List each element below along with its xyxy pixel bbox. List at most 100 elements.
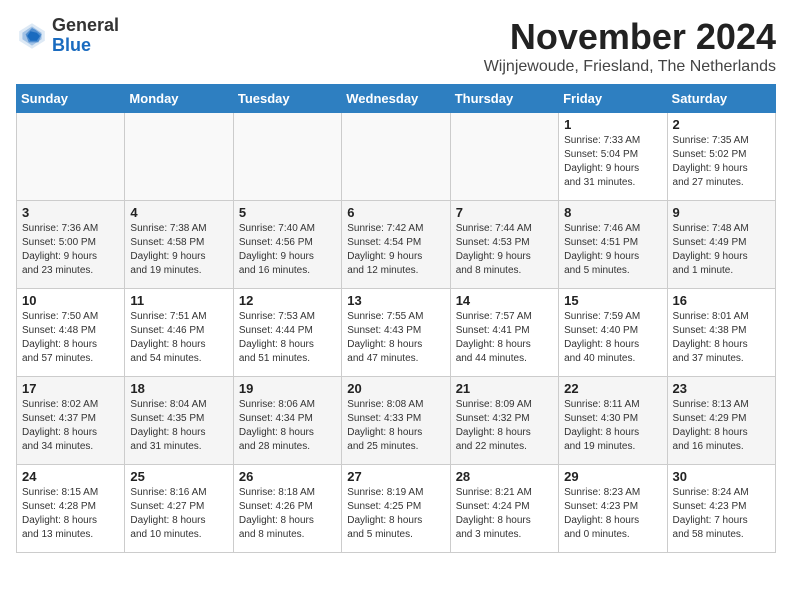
- calendar-cell: 10Sunrise: 7:50 AM Sunset: 4:48 PM Dayli…: [17, 289, 125, 377]
- day-number: 26: [239, 469, 336, 484]
- day-info: Sunrise: 8:06 AM Sunset: 4:34 PM Dayligh…: [239, 398, 336, 454]
- day-number: 24: [22, 469, 119, 484]
- calendar-body: 1Sunrise: 7:33 AM Sunset: 5:04 PM Daylig…: [17, 113, 776, 553]
- calendar-cell: 13 Sunrise: 7:55 AM Sunset: 4:43 PM Dayli…: [342, 289, 450, 377]
- calendar-table: SundayMondayTuesdayWednesdayThursdayFrid…: [16, 84, 776, 553]
- day-number: 15: [564, 293, 661, 308]
- calendar-cell: 9Sunrise: 7:48 AM Sunset: 4:49 PM Daylig…: [667, 201, 775, 289]
- day-number: 3: [22, 205, 119, 220]
- day-info: Sunrise: 7:42 AM Sunset: 4:54 PM Dayligh…: [347, 222, 444, 278]
- day-info: Sunrise: 7:57 AM Sunset: 4:41 PM Dayligh…: [456, 310, 553, 366]
- calendar-cell: [450, 113, 558, 201]
- calendar-cell: 22Sunrise: 8:11 AM Sunset: 4:30 PM Dayli…: [559, 377, 667, 465]
- weekday-header-monday: Monday: [125, 85, 233, 113]
- day-number: 14: [456, 293, 553, 308]
- day-number: 30: [673, 469, 770, 484]
- day-number: 6: [347, 205, 444, 220]
- day-number: 27: [347, 469, 444, 484]
- calendar-cell: 27 Sunrise: 8:19 AM Sunset: 4:25 PM Dayli…: [342, 465, 450, 553]
- calendar-cell: 24 Sunrise: 8:15 AM Sunset: 4:28 PM Dayli…: [17, 465, 125, 553]
- logo-icon: [16, 20, 48, 52]
- day-info: Sunrise: 8:01 AM Sunset: 4:38 PM Dayligh…: [673, 310, 770, 366]
- calendar-cell: 5 Sunrise: 7:40 AM Sunset: 4:56 PM Daylig…: [233, 201, 341, 289]
- day-info: Sunrise: 7:36 AM Sunset: 5:00 PM Dayligh…: [22, 222, 119, 278]
- calendar-cell: [342, 113, 450, 201]
- weekday-header-tuesday: Tuesday: [233, 85, 341, 113]
- calendar-cell: 25Sunrise: 8:16 AM Sunset: 4:27 PM Dayli…: [125, 465, 233, 553]
- day-number: 13: [347, 293, 444, 308]
- weekday-header-wednesday: Wednesday: [342, 85, 450, 113]
- day-number: 29: [564, 469, 661, 484]
- day-info: Sunrise: 7:59 AM Sunset: 4:40 PM Dayligh…: [564, 310, 661, 366]
- calendar-cell: 4Sunrise: 7:38 AM Sunset: 4:58 PM Daylig…: [125, 201, 233, 289]
- day-info: Sunrise: 8:24 AM Sunset: 4:23 PM Dayligh…: [673, 486, 770, 542]
- day-number: 8: [564, 205, 661, 220]
- day-info: Sunrise: 7:38 AM Sunset: 4:58 PM Dayligh…: [130, 222, 227, 278]
- calendar-cell: 17Sunrise: 8:02 AM Sunset: 4:37 PM Dayli…: [17, 377, 125, 465]
- day-number: 23: [673, 381, 770, 396]
- day-info: Sunrise: 8:02 AM Sunset: 4:37 PM Dayligh…: [22, 398, 119, 454]
- calendar-cell: 26Sunrise: 8:18 AM Sunset: 4:26 PM Dayli…: [233, 465, 341, 553]
- calendar-cell: 15 Sunrise: 7:59 AM Sunset: 4:40 PM Dayli…: [559, 289, 667, 377]
- calendar-week-row: 24 Sunrise: 8:15 AM Sunset: 4:28 PM Dayli…: [17, 465, 776, 553]
- day-info: Sunrise: 7:48 AM Sunset: 4:49 PM Dayligh…: [673, 222, 770, 278]
- logo-text: General Blue: [52, 16, 119, 56]
- calendar-cell: 1Sunrise: 7:33 AM Sunset: 5:04 PM Daylig…: [559, 113, 667, 201]
- day-number: 12: [239, 293, 336, 308]
- calendar-cell: 11 Sunrise: 7:51 AM Sunset: 4:46 PM Dayli…: [125, 289, 233, 377]
- day-info: Sunrise: 7:33 AM Sunset: 5:04 PM Dayligh…: [564, 134, 661, 190]
- day-info: Sunrise: 7:44 AM Sunset: 4:53 PM Dayligh…: [456, 222, 553, 278]
- day-info: Sunrise: 8:08 AM Sunset: 4:33 PM Dayligh…: [347, 398, 444, 454]
- calendar-cell: 18Sunrise: 8:04 AM Sunset: 4:35 PM Dayli…: [125, 377, 233, 465]
- day-info: Sunrise: 7:35 AM Sunset: 5:02 PM Dayligh…: [673, 134, 770, 190]
- calendar-cell: 2 Sunrise: 7:35 AM Sunset: 5:02 PM Daylig…: [667, 113, 775, 201]
- day-number: 5: [239, 205, 336, 220]
- day-info: Sunrise: 7:40 AM Sunset: 4:56 PM Dayligh…: [239, 222, 336, 278]
- day-info: Sunrise: 8:23 AM Sunset: 4:23 PM Dayligh…: [564, 486, 661, 542]
- calendar-cell: 29 Sunrise: 8:23 AM Sunset: 4:23 PM Dayli…: [559, 465, 667, 553]
- header: General Blue November 2024 Wijnjewoude, …: [16, 16, 776, 76]
- calendar-cell: 14 Sunrise: 7:57 AM Sunset: 4:41 PM Dayli…: [450, 289, 558, 377]
- location: Wijnjewoude, Friesland, The Netherlands: [484, 58, 776, 76]
- calendar-cell: 6 Sunrise: 7:42 AM Sunset: 4:54 PM Daylig…: [342, 201, 450, 289]
- month-title: November 2024: [484, 16, 776, 58]
- day-info: Sunrise: 8:19 AM Sunset: 4:25 PM Dayligh…: [347, 486, 444, 542]
- calendar-cell: 30 Sunrise: 8:24 AM Sunset: 4:23 PM Dayli…: [667, 465, 775, 553]
- day-info: Sunrise: 8:04 AM Sunset: 4:35 PM Dayligh…: [130, 398, 227, 454]
- calendar-cell: 19 Sunrise: 8:06 AM Sunset: 4:34 PM Dayli…: [233, 377, 341, 465]
- day-info: Sunrise: 7:51 AM Sunset: 4:46 PM Dayligh…: [130, 310, 227, 366]
- calendar-cell: 28 Sunrise: 8:21 AM Sunset: 4:24 PM Dayli…: [450, 465, 558, 553]
- day-info: Sunrise: 7:46 AM Sunset: 4:51 PM Dayligh…: [564, 222, 661, 278]
- weekday-header-row: SundayMondayTuesdayWednesdayThursdayFrid…: [17, 85, 776, 113]
- calendar-cell: [233, 113, 341, 201]
- day-number: 7: [456, 205, 553, 220]
- day-info: Sunrise: 8:15 AM Sunset: 4:28 PM Dayligh…: [22, 486, 119, 542]
- day-info: Sunrise: 8:13 AM Sunset: 4:29 PM Dayligh…: [673, 398, 770, 454]
- calendar-cell: 12 Sunrise: 7:53 AM Sunset: 4:44 PM Dayli…: [233, 289, 341, 377]
- day-number: 20: [347, 381, 444, 396]
- day-number: 2: [673, 117, 770, 132]
- calendar-header: SundayMondayTuesdayWednesdayThursdayFrid…: [17, 85, 776, 113]
- weekday-header-saturday: Saturday: [667, 85, 775, 113]
- day-number: 28: [456, 469, 553, 484]
- calendar-week-row: 1Sunrise: 7:33 AM Sunset: 5:04 PM Daylig…: [17, 113, 776, 201]
- title-area: November 2024 Wijnjewoude, Friesland, Th…: [484, 16, 776, 76]
- calendar-cell: 23 Sunrise: 8:13 AM Sunset: 4:29 PM Dayli…: [667, 377, 775, 465]
- day-info: Sunrise: 8:21 AM Sunset: 4:24 PM Dayligh…: [456, 486, 553, 542]
- day-number: 16: [673, 293, 770, 308]
- calendar-cell: 8 Sunrise: 7:46 AM Sunset: 4:51 PM Daylig…: [559, 201, 667, 289]
- logo: General Blue: [16, 16, 119, 56]
- calendar-cell: [125, 113, 233, 201]
- calendar-cell: 21Sunrise: 8:09 AM Sunset: 4:32 PM Dayli…: [450, 377, 558, 465]
- calendar-cell: 20 Sunrise: 8:08 AM Sunset: 4:33 PM Dayli…: [342, 377, 450, 465]
- day-info: Sunrise: 7:55 AM Sunset: 4:43 PM Dayligh…: [347, 310, 444, 366]
- day-number: 19: [239, 381, 336, 396]
- day-number: 21: [456, 381, 553, 396]
- weekday-header-sunday: Sunday: [17, 85, 125, 113]
- day-info: Sunrise: 7:53 AM Sunset: 4:44 PM Dayligh…: [239, 310, 336, 366]
- calendar-week-row: 3 Sunrise: 7:36 AM Sunset: 5:00 PM Daylig…: [17, 201, 776, 289]
- day-number: 11: [130, 293, 227, 308]
- calendar-cell: 16 Sunrise: 8:01 AM Sunset: 4:38 PM Dayli…: [667, 289, 775, 377]
- day-number: 25: [130, 469, 227, 484]
- calendar-cell: 3 Sunrise: 7:36 AM Sunset: 5:00 PM Daylig…: [17, 201, 125, 289]
